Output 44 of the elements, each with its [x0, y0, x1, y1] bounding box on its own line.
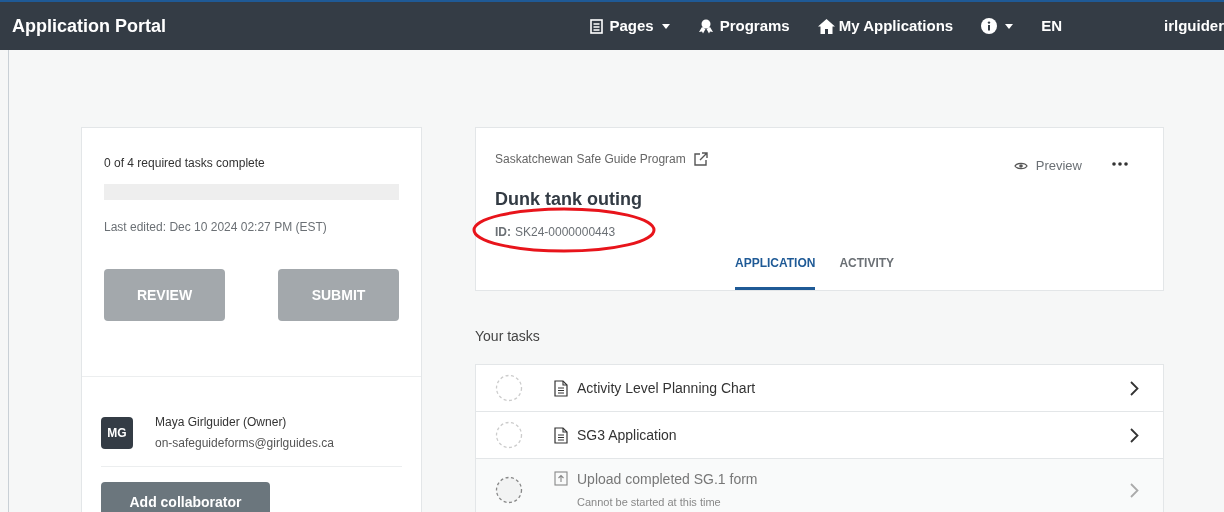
status-circle-icon: [495, 476, 523, 504]
upload-icon: [554, 471, 568, 487]
chevron-right-icon: [1130, 380, 1139, 396]
task-row[interactable]: Activity Level Planning Chart: [475, 364, 1164, 412]
last-edited: Last edited: Dec 10 2024 02:27 PM (EST): [104, 219, 328, 236]
chevron-right-icon: [1130, 427, 1139, 443]
status-circle-icon: [495, 374, 523, 402]
task-title: Activity Level Planning Chart: [577, 378, 756, 398]
chevron-right-icon: [1130, 482, 1139, 498]
nav-item[interactable]: [981, 18, 1014, 34]
nav-item[interactable]: My Applications: [817, 14, 954, 38]
collaborator-name: Maya Girlguider (Owner): [155, 414, 288, 431]
external-link-icon: [693, 152, 708, 166]
eye-icon: [1013, 160, 1028, 171]
document-icon: [554, 379, 568, 397]
application-id: SK24-0000000443: [515, 223, 616, 241]
task-note: Cannot be started at this time: [577, 495, 722, 511]
nav-item[interactable]: Programs: [697, 14, 790, 38]
task-row[interactable]: SG3 Application: [475, 411, 1164, 459]
application-title: Dunk tank outing: [495, 187, 643, 211]
preview-button[interactable]: Preview: [1013, 156, 1082, 176]
section-heading: Your tasks: [475, 327, 541, 346]
nav-item[interactable]: EN: [1041, 14, 1062, 38]
document-icon: [554, 426, 568, 444]
tab[interactable]: APPLICATION: [735, 254, 816, 290]
task-title: SG3 Application: [577, 425, 677, 445]
document-icon: [590, 18, 604, 34]
info-icon: [981, 18, 998, 34]
home-icon: [817, 18, 835, 34]
avatar: MG: [101, 416, 133, 449]
collaborator-email: on-safeguideforms@girlguides.ca: [155, 435, 334, 452]
user-menu[interactable]: irlguider: [1160, 14, 1224, 38]
app-title[interactable]: Application Portal: [12, 12, 166, 40]
task-title: Upload completed SG.1 form: [577, 470, 758, 490]
progress-text: 0 of 4 required tasks complete: [104, 155, 266, 172]
id-label: ID:: [495, 223, 511, 241]
nav-item[interactable]: Pages: [590, 14, 670, 38]
add-collaborator-button[interactable]: Add collaborator: [101, 482, 270, 512]
more-button[interactable]: [1112, 162, 1128, 166]
program-link[interactable]: Saskatchewan Safe Guide Program: [495, 150, 686, 168]
status-circle-icon: [495, 421, 523, 449]
award-icon: [697, 18, 714, 34]
more-icon: [1112, 162, 1128, 166]
tab[interactable]: ACTIVITY: [839, 254, 895, 290]
